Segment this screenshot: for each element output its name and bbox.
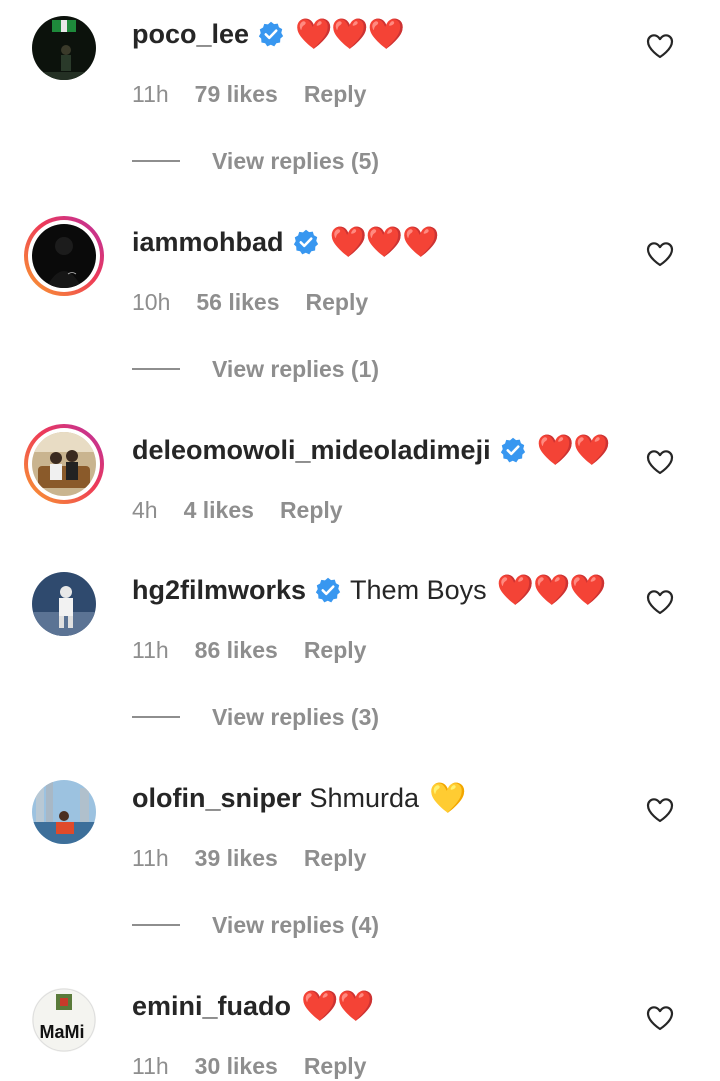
- heart-outline-icon[interactable]: [646, 797, 674, 823]
- comment-emoji: ❤️❤️❤️: [329, 225, 440, 259]
- username[interactable]: iammohbad: [132, 227, 284, 258]
- comment-emoji: ❤️❤️: [301, 989, 375, 1023]
- comment-emini-fuado: MaMi emini_fuado ❤️❤️ 11h 30 likes Reply: [0, 972, 720, 1079]
- view-replies-button[interactable]: View replies (1): [132, 354, 379, 384]
- comment-deleomowoli: deleomowoli_mideoladimeji ❤️❤️ 4h 4 like…: [0, 416, 720, 556]
- username[interactable]: deleomowoli_mideoladimeji: [132, 435, 491, 466]
- view-replies-label: View replies (4): [212, 911, 380, 938]
- verified-badge-icon: [315, 577, 341, 603]
- heart-outline-icon[interactable]: [646, 241, 674, 267]
- likes-count[interactable]: 4 likes: [184, 497, 254, 524]
- verified-badge-icon: [293, 229, 318, 255]
- username[interactable]: hg2filmworks: [132, 575, 306, 606]
- comment-text: Them Boys: [350, 574, 487, 605]
- avatar-emini-fuado[interactable]: MaMi: [32, 988, 96, 1052]
- comment-olofin-sniper: olofin_sniper Shmurda 💛 11h 39 likes Rep…: [0, 764, 720, 964]
- comment-time: 11h: [132, 844, 169, 871]
- view-replies-label: View replies (1): [212, 355, 380, 382]
- heart-outline-icon[interactable]: [646, 33, 674, 59]
- avatar-poco-lee[interactable]: [32, 16, 96, 80]
- reply-button[interactable]: Reply: [304, 845, 367, 872]
- comment-hg2filmworks: hg2filmworks Them Boys ❤️❤️❤️ 11h 86 lik…: [0, 556, 720, 756]
- username[interactable]: emini_fuado: [132, 991, 291, 1022]
- avatar-image: [32, 16, 96, 80]
- avatar-image: MaMi: [32, 988, 96, 1052]
- avatar-image: [32, 432, 96, 496]
- likes-count[interactable]: 30 likes: [195, 1053, 278, 1080]
- view-replies-label: View replies (3): [212, 703, 380, 730]
- avatar-image: [32, 224, 96, 288]
- heart-outline-icon[interactable]: [646, 449, 674, 475]
- comment-text: Shmurda: [309, 782, 420, 813]
- replies-divider: [132, 368, 180, 370]
- heart-outline-icon[interactable]: [646, 589, 674, 615]
- comment-time: 11h: [132, 636, 169, 663]
- reply-button[interactable]: Reply: [304, 1053, 367, 1080]
- reply-button[interactable]: Reply: [306, 289, 369, 316]
- comment-emoji: 💛: [429, 781, 466, 815]
- avatar-text: MaMi: [40, 1022, 85, 1042]
- avatar-iammohbad[interactable]: [24, 216, 104, 296]
- username[interactable]: olofin_sniper: [132, 783, 302, 814]
- comment-time: 11h: [132, 1052, 169, 1079]
- likes-count[interactable]: 56 likes: [196, 289, 279, 316]
- likes-count[interactable]: 79 likes: [195, 81, 278, 108]
- comment-emoji: ❤️❤️❤️: [496, 573, 607, 607]
- verified-badge-icon: [500, 437, 525, 463]
- comment-emoji: ❤️❤️❤️: [295, 17, 405, 51]
- avatar-hg2filmworks[interactable]: [32, 572, 96, 636]
- reply-button[interactable]: Reply: [304, 81, 367, 108]
- avatar-olofin-sniper[interactable]: [32, 780, 96, 844]
- reply-button[interactable]: Reply: [280, 497, 343, 524]
- heart-outline-icon[interactable]: [646, 1005, 674, 1031]
- comment-time: 10h: [132, 288, 171, 315]
- replies-divider: [132, 160, 180, 162]
- replies-divider: [132, 924, 180, 926]
- reply-button[interactable]: Reply: [304, 637, 367, 664]
- verified-badge-icon: [258, 21, 284, 47]
- comment-time: 4h: [132, 496, 158, 523]
- comment-time: 11h: [132, 80, 169, 107]
- replies-divider: [132, 716, 180, 718]
- view-replies-button[interactable]: View replies (5): [132, 146, 379, 176]
- avatar-image: [32, 780, 96, 844]
- view-replies-label: View replies (5): [212, 147, 380, 174]
- avatar-image: [32, 572, 96, 636]
- likes-count[interactable]: 86 likes: [195, 637, 278, 664]
- comment-emoji: ❤️❤️: [536, 433, 611, 467]
- comment-iammohbad: iammohbad ❤️❤️❤️ 10h 56 likes Reply View…: [0, 208, 720, 408]
- view-replies-button[interactable]: View replies (3): [132, 702, 379, 732]
- likes-count[interactable]: 39 likes: [195, 845, 278, 872]
- username[interactable]: poco_lee: [132, 19, 249, 50]
- comment-poco-lee: poco_lee ❤️❤️❤️ 11h 79 likes Reply View …: [0, 0, 720, 200]
- view-replies-button[interactable]: View replies (4): [132, 910, 379, 940]
- avatar-deleomowoli[interactable]: [24, 424, 104, 504]
